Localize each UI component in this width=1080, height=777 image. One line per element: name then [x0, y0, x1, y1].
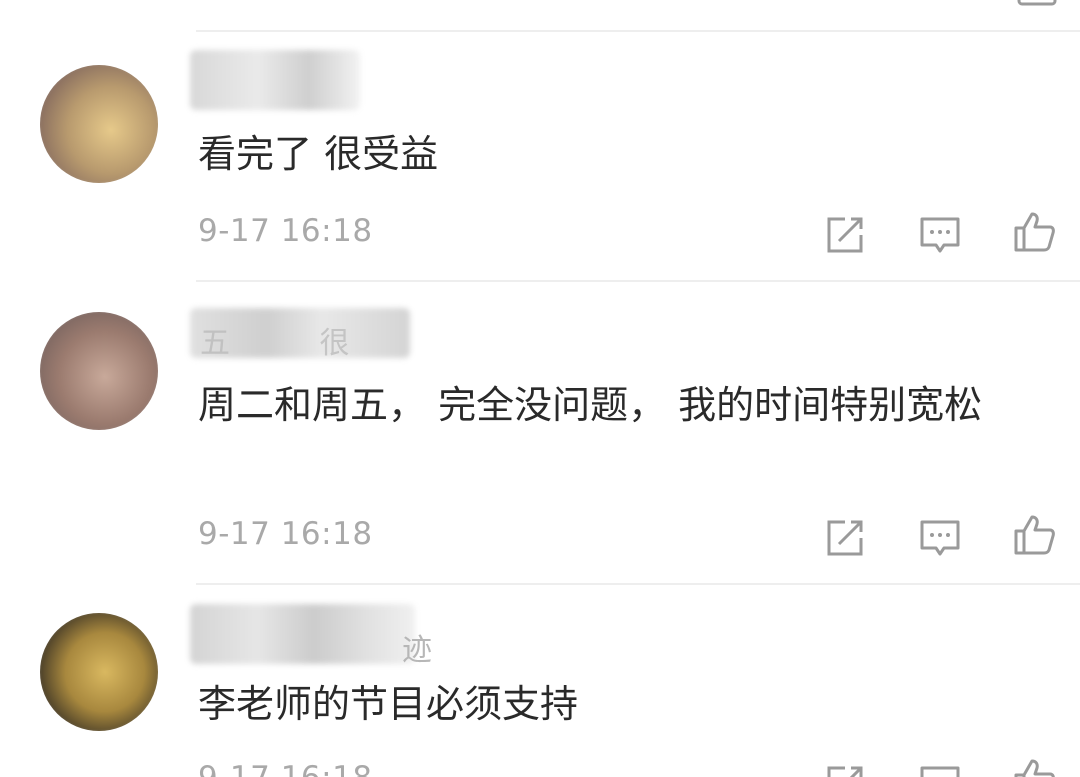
username-visible: 五 很	[200, 326, 390, 361]
timestamp: 9-17 16:18	[198, 760, 373, 777]
thumbs-up-icon[interactable]	[1012, 210, 1056, 254]
share-icon[interactable]	[823, 213, 867, 257]
comment-icon[interactable]	[918, 213, 962, 257]
comment-text: 周二和周五， 完全没问题， 我的时间特别宽松	[198, 383, 983, 427]
timestamp: 9-17 16:18	[198, 516, 373, 552]
username-redacted[interactable]	[190, 604, 415, 664]
share-icon[interactable]	[823, 762, 867, 777]
username-redacted[interactable]	[190, 50, 360, 110]
divider	[196, 30, 1080, 32]
comment-icon[interactable]	[918, 516, 962, 560]
comment-text: 看完了 很受益	[198, 132, 439, 176]
comment-text: 李老师的节目必须支持	[198, 682, 579, 726]
thumbs-up-icon[interactable]	[1012, 757, 1056, 777]
avatar[interactable]	[40, 613, 158, 731]
username-visible: 迹	[402, 633, 432, 668]
avatar[interactable]	[40, 65, 158, 183]
comment-icon[interactable]	[918, 762, 962, 777]
previous-icons-partial	[1015, 0, 1059, 14]
divider	[196, 583, 1080, 585]
avatar[interactable]	[40, 312, 158, 430]
share-icon[interactable]	[823, 516, 867, 560]
thumbs-up-icon[interactable]	[1012, 513, 1056, 557]
timestamp: 9-17 16:18	[198, 213, 373, 249]
divider	[196, 280, 1080, 282]
comment-list: 看完了 很受益 9-17 16:18 五 很 周二和周五， 完全没问题， 我的时…	[0, 0, 1080, 777]
